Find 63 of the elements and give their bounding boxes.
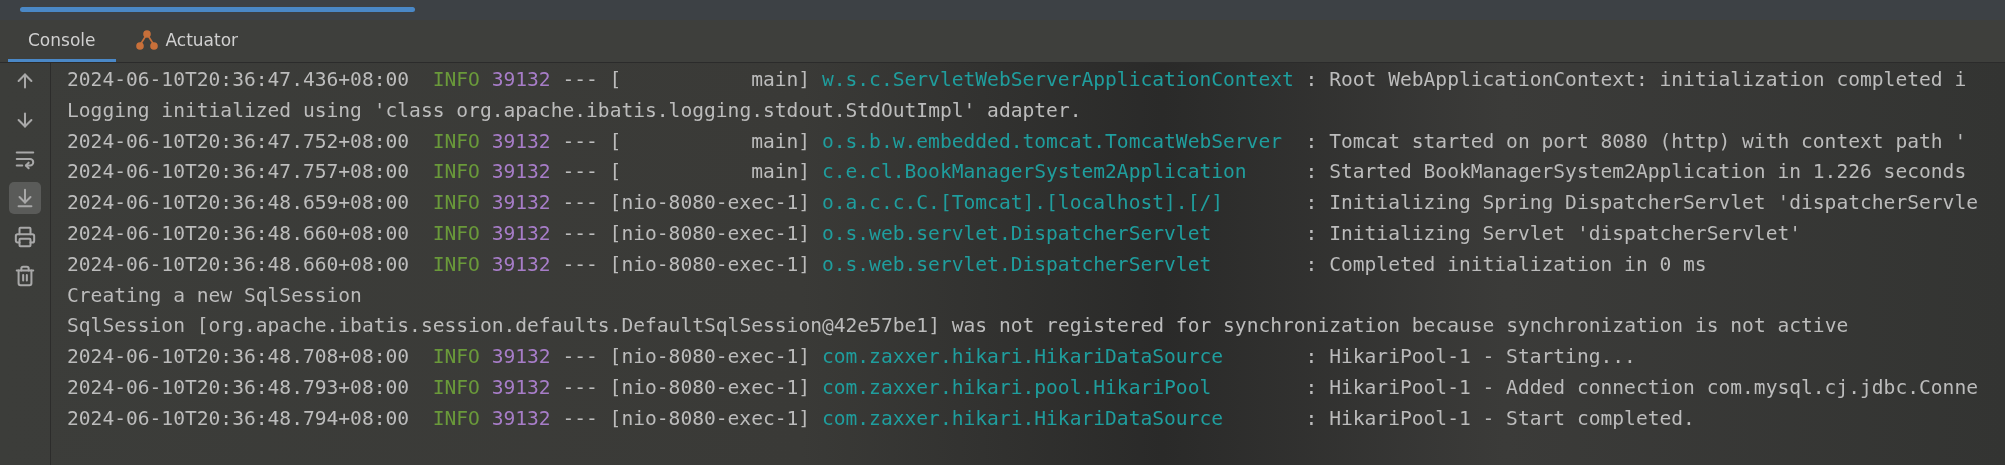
log-level: INFO xyxy=(432,159,480,186)
log-message: : Root WebApplicationContext: initialization completed i xyxy=(1305,67,1967,93)
timestamp: 2024-06-10T20:36:48.659+08:00 xyxy=(67,190,410,217)
tab[interactable]: Console xyxy=(8,20,116,62)
logger-name: o.a.c.c.C.[Tomcat].[localhost].[/] xyxy=(821,191,1224,215)
process-id: 39132 xyxy=(491,251,551,278)
process-id: 39132 xyxy=(491,344,551,371)
logger-name: o.s.b.w.embedded.tomcat.TomcatWebServer xyxy=(821,129,1282,153)
log-line: SqlSession [org.apache.ibatis.session.defaults.DefaultSqlSession@42e57be1] was not registered for synchronization because synchronization is not active xyxy=(67,313,1849,340)
nodes-icon xyxy=(135,29,158,50)
thread-name: --- [nio-8080-exec-1] xyxy=(562,374,811,401)
process-id: 39132 xyxy=(491,159,551,186)
timestamp: 2024-06-10T20:36:47.757+08:00 xyxy=(67,159,410,186)
thread-name: --- [nio-8080-exec-1] xyxy=(562,405,811,432)
log-level: INFO xyxy=(432,190,480,217)
printer-icon xyxy=(14,226,36,248)
timestamp: 2024-06-10T20:36:48.794+08:00 xyxy=(67,405,410,432)
log-message: : HikariPool-1 - Added connection com.mysql.cj.jdbc.Conne xyxy=(1305,374,1978,401)
log-message: : Started BookManagerSystem2Application in 1.226 seconds xyxy=(1305,159,1967,186)
thread-name: --- [nio-8080-exec-1] xyxy=(562,251,811,278)
log-message: : HikariPool-1 - Starting... xyxy=(1305,344,1636,371)
logger-name: o.s.web.servlet.DispatcherServlet xyxy=(821,252,1212,276)
process-id: 39132 xyxy=(491,67,551,93)
logger-name: w.s.c.ServletWebServerApplicationContext xyxy=(821,68,1294,91)
log-level: INFO xyxy=(432,344,480,371)
log-line: Logging initialized using 'class org.apache.ibatis.logging.stdout.StdOutImpl' adapter. xyxy=(67,97,1082,124)
thread-name: --- [nio-8080-exec-1] xyxy=(562,221,811,247)
logger-name: o.s.web.servlet.DispatcherServlet xyxy=(821,222,1212,245)
log-line: Creating a new SqlSession xyxy=(67,282,362,309)
thread-name: --- [nio-8080-exec-1] xyxy=(562,190,811,217)
timestamp: 2024-06-10T20:36:48.660+08:00 xyxy=(67,221,410,247)
log-message: : Tomcat started on port 8080 (http) with context path ' xyxy=(1305,128,1967,155)
timestamp: 2024-06-10T20:36:48.793+08:00 xyxy=(67,374,410,401)
thread-name: --- [nio-8080-exec-1] xyxy=(562,344,811,371)
logger-name: com.zaxxer.hikari.HikariDataSource xyxy=(821,406,1224,430)
log-level: INFO xyxy=(432,251,480,278)
log-message: : Completed initialization in 0 ms xyxy=(1305,251,1707,278)
process-id: 39132 xyxy=(491,128,551,155)
thread-name: --- [ main] xyxy=(562,128,811,155)
log-level: INFO xyxy=(432,221,480,247)
logger-name: com.zaxxer.hikari.HikariDataSource xyxy=(821,345,1224,369)
logger-name: com.zaxxer.hikari.pool.HikariPool xyxy=(821,375,1212,399)
logger-name: c.e.cl.BookManagerSystem2Application xyxy=(821,160,1247,184)
process-id: 39132 xyxy=(491,405,551,432)
log-level: INFO xyxy=(432,67,480,93)
log-level: INFO xyxy=(432,128,480,155)
timestamp: 2024-06-10T20:36:48.660+08:00 xyxy=(67,251,410,278)
thread-name: --- [ main] xyxy=(562,159,811,186)
log-level: INFO xyxy=(432,405,480,432)
process-id: 39132 xyxy=(491,221,551,247)
log-message: : Initializing Servlet 'dispatcherServlet' xyxy=(1305,221,1802,247)
tab[interactable]: Actuator xyxy=(115,20,259,62)
trash-icon xyxy=(14,265,36,287)
scroll-to-end-button[interactable] xyxy=(9,182,41,214)
log-message: : HikariPool-1 - Start completed. xyxy=(1305,405,1695,432)
log-message: : Initializing Spring DispatcherServlet 'dispatcherServle xyxy=(1305,190,1978,217)
timestamp: 2024-06-10T20:36:48.708+08:00 xyxy=(67,344,410,371)
timestamp: 2024-06-10T20:36:47.436+08:00 xyxy=(67,67,410,93)
log-level: INFO xyxy=(432,374,480,401)
process-id: 39132 xyxy=(491,190,551,217)
process-id: 39132 xyxy=(491,374,551,401)
thread-name: --- [ main] xyxy=(562,67,811,93)
timestamp: 2024-06-10T20:36:47.752+08:00 xyxy=(67,128,410,155)
